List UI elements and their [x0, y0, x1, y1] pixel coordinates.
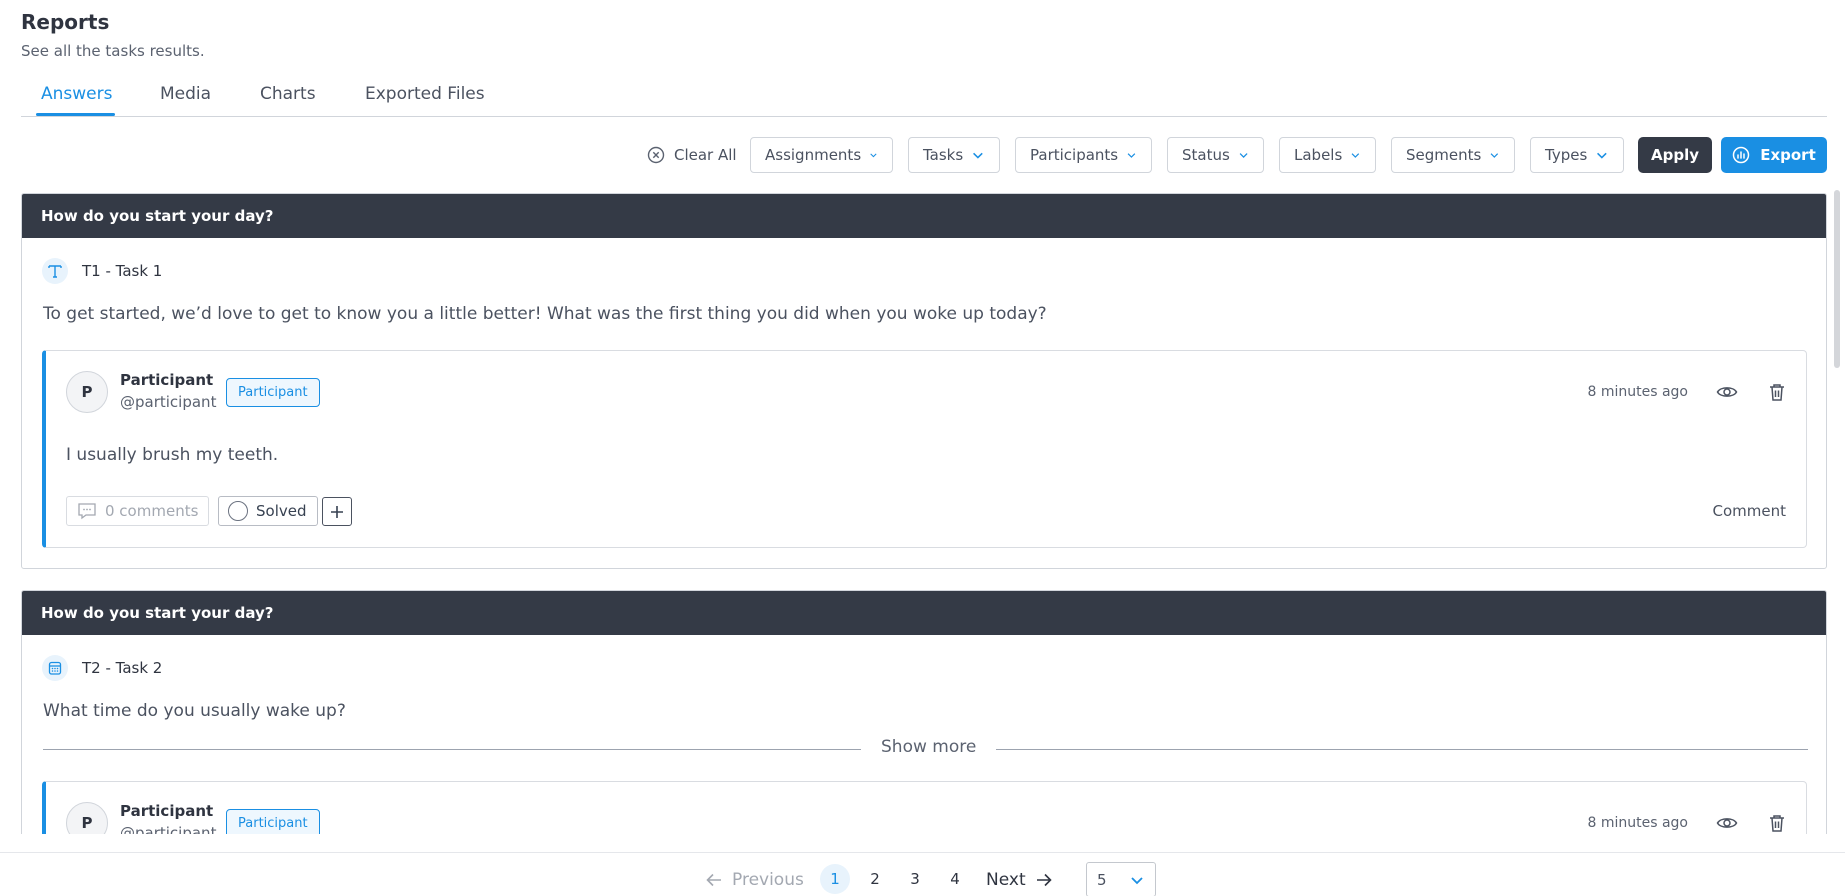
comments-button[interactable]: 0 comments: [66, 496, 210, 526]
answer-item: P Participant @participant Participant 8…: [42, 350, 1807, 548]
page-size-value: 5: [1097, 870, 1107, 889]
arrow-left-icon: [706, 873, 721, 887]
chevron-down-icon: [973, 152, 983, 159]
comments-count: 0 comments: [105, 502, 199, 520]
segments-filter-label: Segments: [1406, 146, 1482, 164]
add-label-button[interactable]: [322, 497, 352, 526]
plus-icon: [331, 505, 343, 518]
task-label: T2 - Task 2: [82, 659, 163, 677]
avatar: P: [66, 802, 108, 834]
question-card: How do you start your day? T2 - Task 2 W…: [21, 590, 1827, 834]
assignments-filter[interactable]: Assignments: [750, 137, 893, 173]
tasks-filter-label: Tasks: [923, 146, 964, 164]
page-subtitle: See all the tasks results.: [21, 42, 205, 60]
tab-exported-files[interactable]: Exported Files: [365, 84, 485, 104]
question-text: What time do you usually wake up?: [43, 701, 346, 721]
close-circle-icon: [647, 146, 665, 164]
arrow-right-icon: [1036, 873, 1052, 887]
active-tab-indicator: [36, 113, 115, 116]
answer-timestamp: 8 minutes ago: [1587, 384, 1688, 400]
solved-toggle[interactable]: Solved: [218, 496, 318, 526]
page-2-button[interactable]: 2: [860, 864, 890, 894]
avatar: P: [66, 371, 108, 413]
calendar-icon: [42, 655, 68, 681]
solved-label: Solved: [256, 502, 307, 520]
tab-media[interactable]: Media: [160, 84, 211, 104]
radio-circle-icon: [228, 501, 248, 521]
text-icon: [42, 258, 68, 284]
show-more-button[interactable]: Show more: [861, 737, 997, 757]
role-badge: Participant: [226, 809, 320, 834]
eye-icon[interactable]: [1716, 814, 1738, 832]
tab-answers[interactable]: Answers: [41, 84, 112, 104]
export-label: Export: [1760, 146, 1816, 164]
chart-icon: [1732, 146, 1750, 164]
assignments-filter-label: Assignments: [765, 146, 862, 164]
page-1-button[interactable]: 1: [820, 864, 850, 894]
status-filter[interactable]: Status: [1167, 137, 1264, 173]
previous-page-button[interactable]: Previous: [706, 870, 804, 890]
question-text: To get started, we’d love to get to know…: [43, 304, 1047, 324]
clear-all-label: Clear All: [674, 146, 737, 164]
chevron-down-icon: [1131, 876, 1143, 884]
reports-page: Reports See all the tasks results. Answe…: [0, 0, 1845, 896]
trash-icon[interactable]: [1768, 382, 1786, 402]
apply-button[interactable]: Apply: [1638, 137, 1712, 173]
clear-all-button[interactable]: Clear All: [647, 137, 737, 173]
chevron-down-icon: [1351, 153, 1360, 158]
next-page-button[interactable]: Next: [986, 870, 1052, 890]
answer-timestamp: 8 minutes ago: [1587, 815, 1688, 831]
participant-handle: @participant: [120, 393, 217, 411]
filter-bar: Clear All Assignments Tasks Participants…: [0, 137, 1827, 173]
tab-charts[interactable]: Charts: [260, 84, 316, 104]
trash-icon[interactable]: [1768, 813, 1786, 833]
participant-name: Participant: [120, 802, 214, 820]
status-filter-label: Status: [1182, 146, 1230, 164]
participants-filter[interactable]: Participants: [1015, 137, 1152, 173]
scrollbar-thumb[interactable]: [1834, 190, 1840, 368]
page-size-select[interactable]: 5: [1086, 862, 1156, 896]
answers-list[interactable]: How do you start your day? T1 - Task 1 T…: [0, 190, 1845, 834]
tasks-filter[interactable]: Tasks: [908, 137, 1000, 173]
chevron-down-icon: [870, 153, 877, 158]
task-label: T1 - Task 1: [82, 262, 163, 280]
labels-filter-label: Labels: [1294, 146, 1343, 164]
types-filter-label: Types: [1545, 146, 1588, 164]
export-button[interactable]: Export: [1721, 137, 1827, 173]
question-card: How do you start your day? T1 - Task 1 T…: [21, 193, 1827, 569]
page-4-button[interactable]: 4: [940, 864, 970, 894]
card-header: How do you start your day?: [22, 591, 1826, 635]
chevron-down-icon: [1239, 153, 1248, 158]
participant-name: Participant: [120, 371, 214, 389]
participant-handle: @participant: [120, 824, 217, 834]
eye-icon[interactable]: [1716, 383, 1738, 401]
task-row: T2 - Task 2: [42, 655, 162, 681]
segments-filter[interactable]: Segments: [1391, 137, 1515, 173]
pagination: Previous 1 2 3 4 Next 5: [0, 852, 1845, 896]
answer-item: P Participant @participant Participant 8…: [42, 781, 1807, 834]
page-3-button[interactable]: 3: [900, 864, 930, 894]
chevron-down-icon: [1597, 152, 1607, 159]
role-badge: Participant: [226, 378, 320, 407]
participants-filter-label: Participants: [1030, 146, 1119, 164]
chevron-down-icon: [1127, 153, 1136, 158]
chevron-down-icon: [1490, 153, 1499, 158]
types-filter[interactable]: Types: [1530, 137, 1624, 173]
card-header: How do you start your day?: [22, 194, 1826, 238]
page-title: Reports: [21, 10, 110, 34]
labels-filter[interactable]: Labels: [1279, 137, 1376, 173]
previous-label: Previous: [732, 870, 804, 890]
tab-bar: Answers Media Charts Exported Files: [21, 76, 1827, 117]
next-label: Next: [986, 870, 1026, 890]
comment-icon: [78, 503, 96, 520]
task-row: T1 - Task 1: [42, 258, 162, 284]
answer-text: I usually brush my teeth.: [66, 445, 279, 465]
comment-link[interactable]: Comment: [1713, 502, 1787, 520]
